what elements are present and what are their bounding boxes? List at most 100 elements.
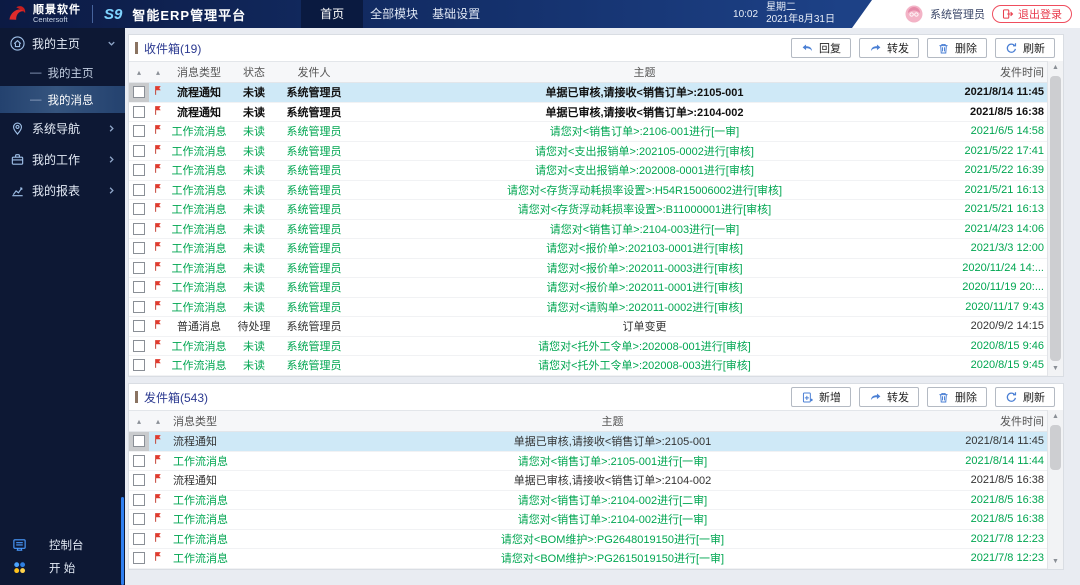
col-type[interactable]: 消息类型 [167,64,231,80]
message-row[interactable]: 工作流消息未读系统管理员请您对<销售订单>:2106-001进行[一审]2021… [129,122,1048,142]
row-checkbox[interactable] [133,223,145,235]
outbox-delete-button[interactable]: 删除 [927,387,987,407]
subject-cell: 请您对<请购单>:202011-0002进行[审核] [351,299,938,315]
logout-button[interactable]: 退出登录 [992,5,1072,23]
col-time[interactable]: 发件时间 [938,413,1048,429]
outbox-refresh-button[interactable]: 刷新 [995,387,1055,407]
row-checkbox[interactable] [133,320,145,332]
inbox-delete-button[interactable]: 删除 [927,38,987,58]
sidebar-item-2[interactable]: 系统导航 [0,113,125,144]
row-checkbox[interactable] [133,435,145,447]
message-row[interactable]: 工作流消息未读系统管理员请您对<销售订单>:2104-003进行[一审]2021… [129,220,1048,240]
message-row[interactable]: 工作流消息未读系统管理员请您对<请购单>:202011-0002进行[审核]20… [129,298,1048,318]
sender-cell: 系统管理员 [277,299,351,315]
message-row[interactable]: 工作流消息未读系统管理员请您对<托外工令单>:202008-003进行[审核]2… [129,356,1048,376]
row-checkbox[interactable] [133,164,145,176]
nav-tab-2[interactable]: 全部模块 [363,0,425,28]
row-checkbox[interactable] [133,533,145,545]
subject-cell: 请您对<报价单>:202103-0001进行[审核] [351,240,938,256]
scroll-down-arrow[interactable]: ▼ [1048,362,1063,376]
message-row[interactable]: 工作流消息请您对<BOM维护>:PG2615019150进行[一审]2021/7… [129,549,1048,569]
priority-flag-icon [153,124,163,135]
row-checkbox[interactable] [133,203,145,215]
sidebar-subitem-1-1[interactable]: —我的主页 [0,59,125,86]
message-row[interactable]: 工作流消息未读系统管理员请您对<支出报销单>:202105-0002进行[审核]… [129,142,1048,162]
row-checkbox[interactable] [133,552,145,564]
select-all-header[interactable]: ▴ [129,417,149,426]
row-checkbox[interactable] [133,184,145,196]
scrollbar-thumb[interactable] [1050,76,1061,361]
message-row[interactable]: 流程通知单据已审核,请接收<销售订单>:2104-0022021/8/5 16:… [129,471,1048,491]
sidebar-scrollbar-thumb[interactable] [121,497,124,585]
username: 系统管理员 [930,6,985,22]
flag-cell [149,85,167,99]
message-row[interactable]: 流程通知单据已审核,请接收<销售订单>:2105-0012021/8/14 11… [129,432,1048,452]
col-sender[interactable]: 发件人 [277,64,351,80]
row-checkbox[interactable] [133,242,145,254]
col-type[interactable]: 消息类型 [167,413,287,429]
outbox-forward-button[interactable]: 转发 [859,387,919,407]
message-row[interactable]: 工作流消息请您对<BOM维护>:PG2648019150进行[一审]2021/7… [129,530,1048,550]
outbox-new-button[interactable]: 新增 [791,387,851,407]
row-checkbox[interactable] [133,494,145,506]
select-all-header[interactable]: ▴ [129,68,149,77]
subject-cell: 请您对<存货浮动耗损率设置>:B11000001进行[审核] [351,201,938,217]
row-checkbox[interactable] [133,125,145,137]
message-row[interactable]: 工作流消息未读系统管理员请您对<报价单>:202011-0003进行[审核]20… [129,259,1048,279]
time-cell: 2020/9/2 14:15 [938,320,1048,332]
checkbox-cell [129,452,149,471]
col-status[interactable]: 状态 [231,64,277,80]
row-checkbox[interactable] [133,145,145,157]
type-cell: 工作流消息 [167,123,231,139]
message-row[interactable]: 工作流消息请您对<销售订单>:2104-002进行[一审]2021/8/5 16… [129,510,1048,530]
col-subject[interactable]: 主题 [287,413,938,429]
row-checkbox[interactable] [133,281,145,293]
message-row[interactable]: 工作流消息未读系统管理员请您对<报价单>:202103-0001进行[审核]20… [129,239,1048,259]
message-row[interactable]: 工作流消息未读系统管理员请您对<报价单>:202011-0001进行[审核]20… [129,278,1048,298]
row-checkbox[interactable] [133,340,145,352]
row-checkbox[interactable] [133,455,145,467]
nav-tab-1[interactable]: 首页 [301,0,363,28]
row-checkbox[interactable] [133,359,145,371]
outbox-table-rows: 流程通知单据已审核,请接收<销售订单>:2105-0012021/8/14 11… [129,432,1048,569]
row-checkbox[interactable] [133,513,145,525]
row-checkbox[interactable] [133,474,145,486]
sidebar-item-label: 我的工作 [32,151,106,168]
message-row[interactable]: 普通消息待处理系统管理员订单变更2020/9/2 14:15 [129,317,1048,337]
time-cell: 2021/8/14 11:45 [938,86,1048,98]
inbox-reply-button[interactable]: 回复 [791,38,851,58]
user-area: 系统管理员 退出登录 [852,0,1080,28]
scroll-up-arrow[interactable]: ▲ [1048,61,1063,75]
message-row[interactable]: 流程通知未读系统管理员单据已审核,请接收<销售订单>:2104-0022021/… [129,103,1048,123]
message-row[interactable]: 工作流消息请您对<销售订单>:2104-002进行[二审]2021/8/5 16… [129,491,1048,511]
sidebar-footer-item-2[interactable]: 开 始 [0,556,125,579]
row-checkbox[interactable] [133,106,145,118]
sidebar-footer-item-1[interactable]: 控制台 [0,533,125,556]
message-row[interactable]: 工作流消息未读系统管理员请您对<存货浮动耗损率设置>:B11000001进行[审… [129,200,1048,220]
scroll-up-arrow[interactable]: ▲ [1048,410,1063,424]
sidebar-subitem-1-2[interactable]: —我的消息 [0,86,125,113]
scroll-down-arrow[interactable]: ▼ [1048,555,1063,569]
main-content: 收件箱(19) 回复转发删除刷新 ▴▴消息类型状态发件人主题发件时间流程通知未读… [125,28,1080,585]
sidebar-item-1[interactable]: 我的主页 [0,28,125,59]
sidebar-item-4[interactable]: 我的报表 [0,175,125,206]
row-checkbox[interactable] [133,86,145,98]
scrollbar-thumb[interactable] [1050,425,1061,470]
inbox-forward-button[interactable]: 转发 [859,38,919,58]
flag-header[interactable]: ▴ [149,417,167,426]
message-row[interactable]: 流程通知未读系统管理员单据已审核,请接收<销售订单>:2105-0012021/… [129,83,1048,103]
flag-header[interactable]: ▴ [149,68,167,77]
nav-tab-3[interactable]: 基础设置 [425,0,487,28]
inbox-refresh-button[interactable]: 刷新 [995,38,1055,58]
message-row[interactable]: 工作流消息未读系统管理员请您对<支出报销单>:202008-0001进行[审核]… [129,161,1048,181]
message-row[interactable]: 工作流消息未读系统管理员请您对<托外工令单>:202008-001进行[审核]2… [129,337,1048,357]
row-checkbox[interactable] [133,301,145,313]
message-row[interactable]: 工作流消息请您对<销售订单>:2105-001进行[一审]2021/8/14 1… [129,452,1048,472]
row-checkbox[interactable] [133,262,145,274]
col-subject[interactable]: 主题 [351,64,938,80]
col-time[interactable]: 发件时间 [938,64,1048,80]
priority-flag-icon [153,358,163,369]
message-row[interactable]: 工作流消息未读系统管理员请您对<存货浮动耗损率设置>:H54R15006002进… [129,181,1048,201]
sidebar-item-3[interactable]: 我的工作 [0,144,125,175]
sidebar: 我的主页—我的主页—我的消息系统导航我的工作我的报表 控制台开 始 [0,28,125,585]
